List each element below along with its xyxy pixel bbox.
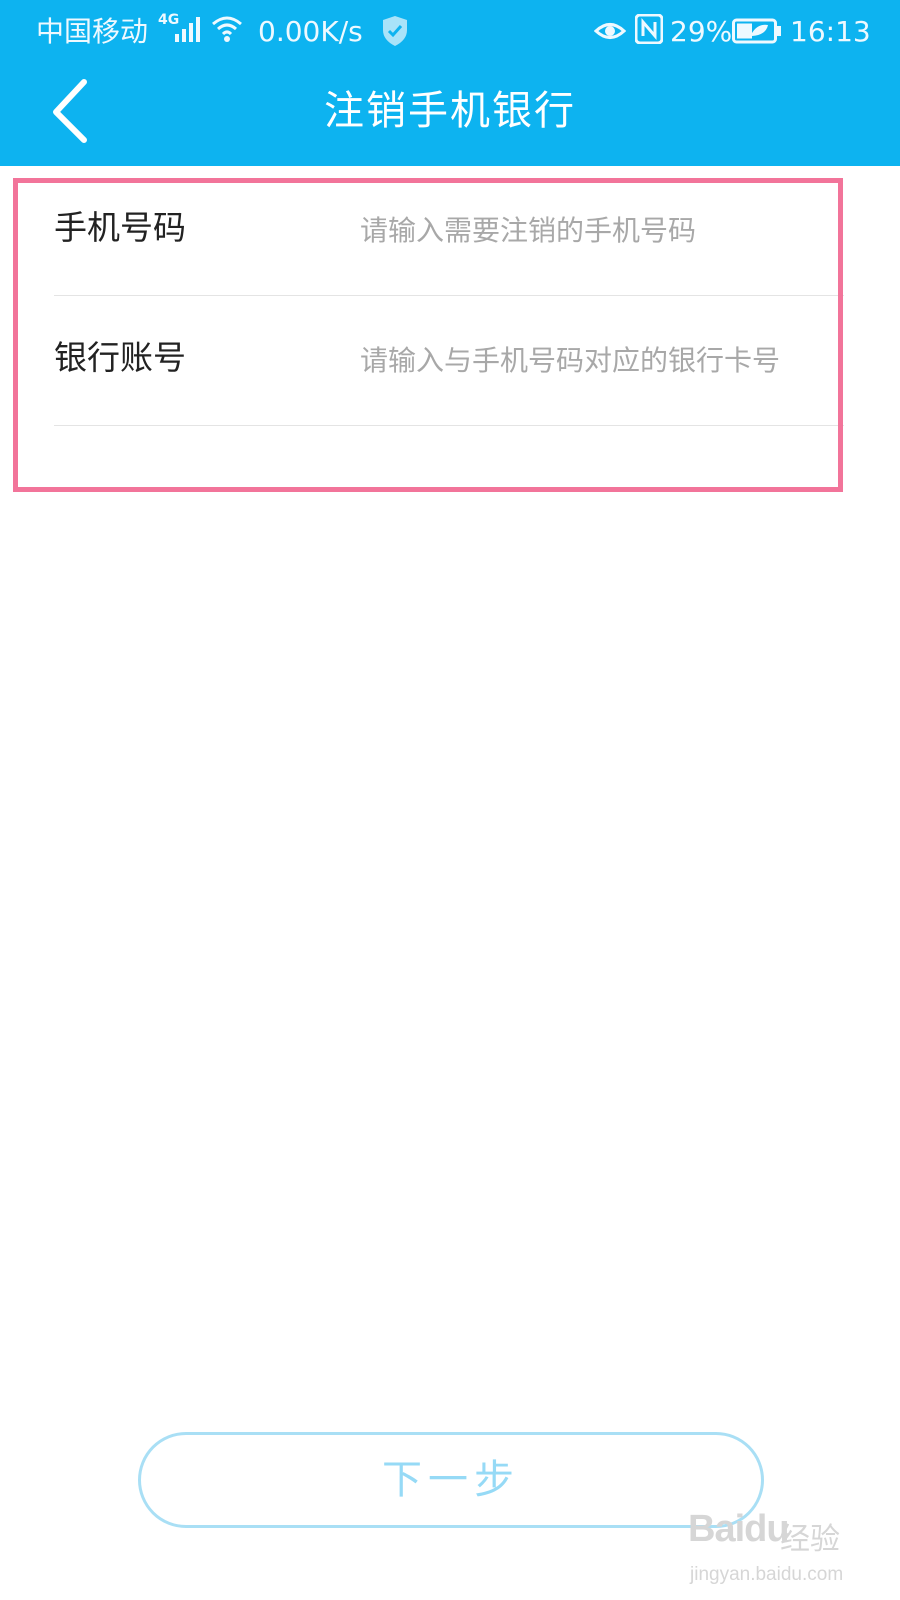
watermark-url: jingyan.baidu.com [690, 1564, 844, 1585]
bank-account-input[interactable] [360, 338, 844, 382]
baidu-jingyan-watermark: Baidu 经验 jingyan.baidu.com [688, 1500, 863, 1592]
nfc-icon [634, 13, 664, 48]
phone-number-label: 手机号码 [54, 208, 186, 247]
status-bar: 中国移动 4G 0.00K/s 29% 16:13 [0, 0, 900, 62]
carrier-name: 中国移动 [36, 15, 149, 48]
shield-icon [381, 15, 409, 51]
page-title: 注销手机银行 [324, 88, 576, 134]
phone-number-input[interactable] [360, 208, 844, 252]
clock: 16:13 [790, 15, 871, 48]
battery-icon [732, 17, 782, 49]
next-step-button[interactable]: 下一步 [138, 1432, 764, 1528]
battery-percent: 29% [670, 15, 733, 48]
app-header: 中国移动 4G 0.00K/s 29% 16:13 注销手机银行 [0, 0, 900, 166]
network-speed: 0.00K/s [258, 15, 363, 48]
phone-number-row[interactable]: 手机号码 [54, 166, 844, 296]
signal-icon [174, 16, 202, 48]
wifi-icon [211, 14, 243, 48]
watermark-sub: 经验 [780, 1522, 840, 1557]
bank-account-label: 银行账号 [54, 338, 186, 377]
eye-icon [593, 18, 627, 48]
watermark-logo: Baidu [688, 1508, 790, 1550]
bank-account-row[interactable]: 银行账号 [54, 296, 844, 426]
